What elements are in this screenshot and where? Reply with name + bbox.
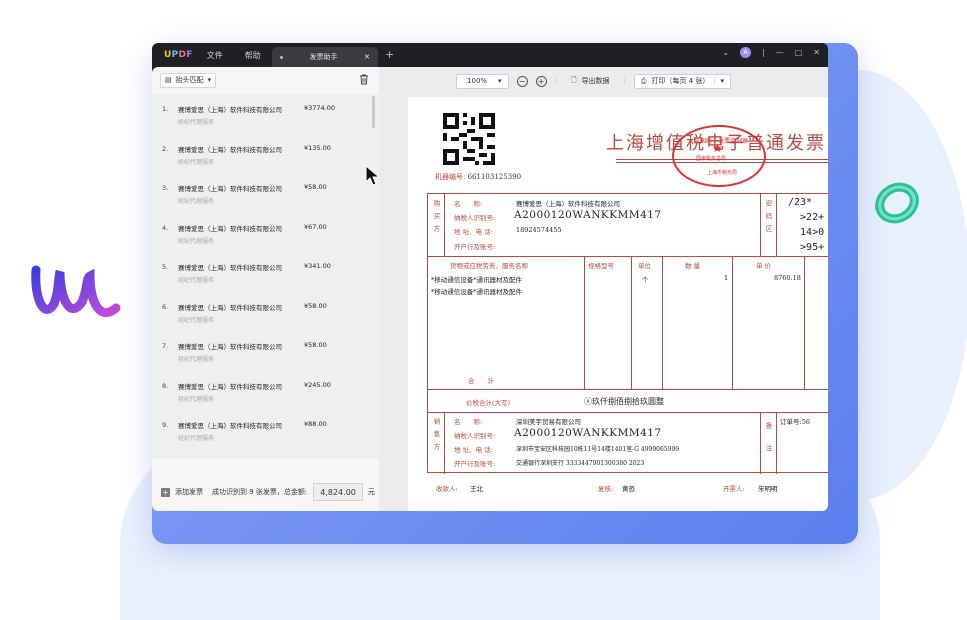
- row-unit: 个: [642, 276, 649, 284]
- list-item[interactable]: 7. 赛博爱思（上海）软件科技有限公司 ¥58.00 经纪代理服务: [152, 331, 379, 371]
- seller-tax-id: A2000120WANKKMM417: [514, 427, 662, 439]
- list-item[interactable]: 6. 赛博爱思（上海）软件科技有限公司 ¥58.00 经纪代理服务: [152, 292, 379, 332]
- tab-dot-icon: [280, 55, 283, 59]
- caret-down-icon: ▾: [498, 77, 502, 85]
- remark-column-label: 备注: [764, 422, 772, 467]
- add-invoice-button[interactable]: 添加发票: [175, 487, 203, 497]
- trash-icon[interactable]: [359, 74, 369, 85]
- zoom-select[interactable]: 100% ▾: [456, 73, 509, 89]
- menu-file[interactable]: 文件: [207, 50, 223, 61]
- invoice-list-panel: ▤ 抬头匹配 ▾ 1. 赛博爱思（上海）软件科技有限公司 ¥3774.00 经纪代理服…: [152, 67, 381, 511]
- match-select[interactable]: ▤ 抬头匹配 ▾: [160, 72, 217, 88]
- reviewer: 黄恐: [622, 485, 635, 493]
- list-item[interactable]: 9. 赛博爱思（上海）软件科技有限公司 ¥88.00 经纪代理服务: [152, 410, 379, 450]
- row-item: *移动通信设备*通讯器材及配件: [431, 288, 522, 296]
- scrollbar[interactable]: [372, 96, 375, 128]
- invoice-list: 1. 赛博爱思（上海）软件科技有限公司 ¥3774.00 经纪代理服务 2. 赛博爱思（…: [152, 94, 379, 459]
- list-footer: + 添加发票 成功识别到 9 张发票，总金额: 4,824.00 元: [152, 473, 379, 511]
- buyer-address: 18924574455: [516, 226, 562, 234]
- caret-down-icon: ▾: [714, 77, 724, 85]
- seal-star-icon: ★: [712, 141, 723, 155]
- total-label: 合 计: [468, 377, 494, 385]
- payee: 王北: [470, 485, 483, 493]
- row-price: 8760.18: [774, 274, 801, 282]
- close-tab-icon[interactable]: ✕: [364, 53, 370, 61]
- ring-decoration-icon: [875, 182, 919, 224]
- wave-decoration-icon: [31, 265, 121, 317]
- list-item[interactable]: 2. 赛博爱思（上海）软件科技有限公司 ¥135.00 经纪代理服务: [152, 134, 379, 174]
- buyer-tax-id: A2000120WANKKMM417: [514, 209, 662, 221]
- invoice-page: 机器编号: 661103125390 上海增值税电子普通发票 全国统一发票监制章…: [408, 97, 828, 511]
- new-tab-button[interactable]: +: [385, 48, 394, 61]
- list-item[interactable]: 5. 赛博爱思（上海）软件科技有限公司 ¥341.00 经纪代理服务: [152, 252, 379, 292]
- caret-down-icon: ▾: [207, 76, 212, 84]
- password-area: /23* >22+ 14>0 >95+: [788, 197, 825, 253]
- maximize-icon[interactable]: □: [795, 48, 803, 57]
- currency-unit: 元: [367, 488, 375, 496]
- title-bar: UPDF 文件 帮助 发票助手 ✕ + ⌄ A | — □ ✕: [152, 43, 828, 67]
- seller-address: 深圳市宝安区科技园10栋11号14楼1401室-G 4999065999: [516, 446, 680, 453]
- zoom-out-icon[interactable]: −: [516, 75, 528, 87]
- add-icon[interactable]: +: [161, 487, 170, 497]
- export-icon: 🗋: [570, 75, 577, 84]
- buyer-name: 赛博爱思（上海）软件科技有限公司: [516, 200, 620, 208]
- document-icon: ▤: [165, 76, 172, 84]
- order-number: 订单号:56: [780, 418, 810, 426]
- chevron-down-icon[interactable]: ⌄: [722, 48, 729, 57]
- row-qty: 1: [724, 274, 729, 282]
- total-amount: 4,824.00: [313, 483, 363, 501]
- tab-invoice-assistant[interactable]: 发票助手 ✕: [272, 47, 378, 67]
- list-item[interactable]: 4. 赛博爱思（上海）软件科技有限公司 ¥67.00 经纪代理服务: [152, 213, 379, 253]
- row-item: *移动通信设备*通讯器材及配件: [431, 276, 522, 284]
- list-item[interactable]: 3. 赛博爱思（上海）软件科技有限公司 ¥58.00 经纪代理服务: [152, 173, 379, 213]
- invoice-table: 购买方 名 称: 赛博爱思（上海）软件科技有限公司 纳税人识别号: A20001…: [427, 193, 828, 474]
- machine-number: 机器编号: 661103125390: [435, 173, 522, 181]
- seller-name: 深圳美宇贸易有限公司: [516, 418, 581, 426]
- divider: |: [623, 77, 626, 85]
- printer-icon: ⎙: [640, 76, 647, 85]
- password-column-label: 密码区: [764, 200, 772, 238]
- buyer-column-label: 购买方: [432, 200, 440, 238]
- minimize-icon[interactable]: —: [776, 48, 784, 57]
- divider: |: [762, 48, 765, 57]
- header-qty: 数 量: [685, 262, 701, 270]
- menu-help[interactable]: 帮助: [245, 50, 261, 61]
- tax-total-label: 价税合计(大写): [466, 399, 511, 407]
- invoice-preview-panel: 100% ▾ − + | 🗋 导出数据 | ⎙ 打印（每页 4 张） ▾ 机器编号: 6…: [379, 67, 828, 511]
- summary-text: 成功识别到 9 张发票，总金额:: [212, 488, 308, 496]
- official-seal: 全国统一发票监制章 ★ 国家税务总局 上海市税务局: [672, 125, 766, 187]
- header-item: 货物或应税劳务、服务名称: [450, 262, 528, 270]
- print-button[interactable]: ⎙ 打印（每页 4 张） ▾: [633, 73, 731, 89]
- app-window: UPDF 文件 帮助 发票助手 ✕ + ⌄ A | — □ ✕ ▤ 抬头匹配 ▾…: [152, 43, 828, 511]
- divider: |: [554, 77, 557, 85]
- export-data-button[interactable]: 🗋 导出数据: [565, 74, 616, 89]
- device-frame: UPDF 文件 帮助 发票助手 ✕ + ⌄ A | — □ ✕ ▤ 抬头匹配 ▾…: [152, 43, 858, 544]
- header-unit: 单位: [638, 262, 651, 270]
- list-item[interactable]: 1. 赛博爱思（上海）软件科技有限公司 ¥3774.00 经纪代理服务: [152, 94, 379, 134]
- seller-column-label: 销售方: [432, 418, 440, 456]
- seller-bank: 交通银行深圳支行 3333447901300380 2023: [516, 460, 645, 467]
- avatar[interactable]: A: [740, 47, 752, 58]
- tab-label: 发票助手: [309, 53, 338, 61]
- close-window-icon[interactable]: ✕: [813, 48, 820, 57]
- drawer: 朱明明: [758, 485, 778, 493]
- header-price: 单 价: [756, 262, 772, 270]
- list-item[interactable]: 8. 赛博爱思（上海）软件科技有限公司 ¥245.00 经纪代理服务: [152, 371, 379, 411]
- tax-total-value: ⓧ玖仟捌佰捌拾玖圆整: [584, 397, 664, 406]
- zoom-in-icon[interactable]: +: [535, 75, 547, 87]
- preview-toolbar: 100% ▾ − + | 🗋 导出数据 | ⎙ 打印（每页 4 张） ▾: [379, 67, 828, 95]
- header-spec: 规格型号: [588, 262, 614, 270]
- updf-logo: UPDF: [164, 50, 193, 60]
- qr-code: [443, 113, 495, 165]
